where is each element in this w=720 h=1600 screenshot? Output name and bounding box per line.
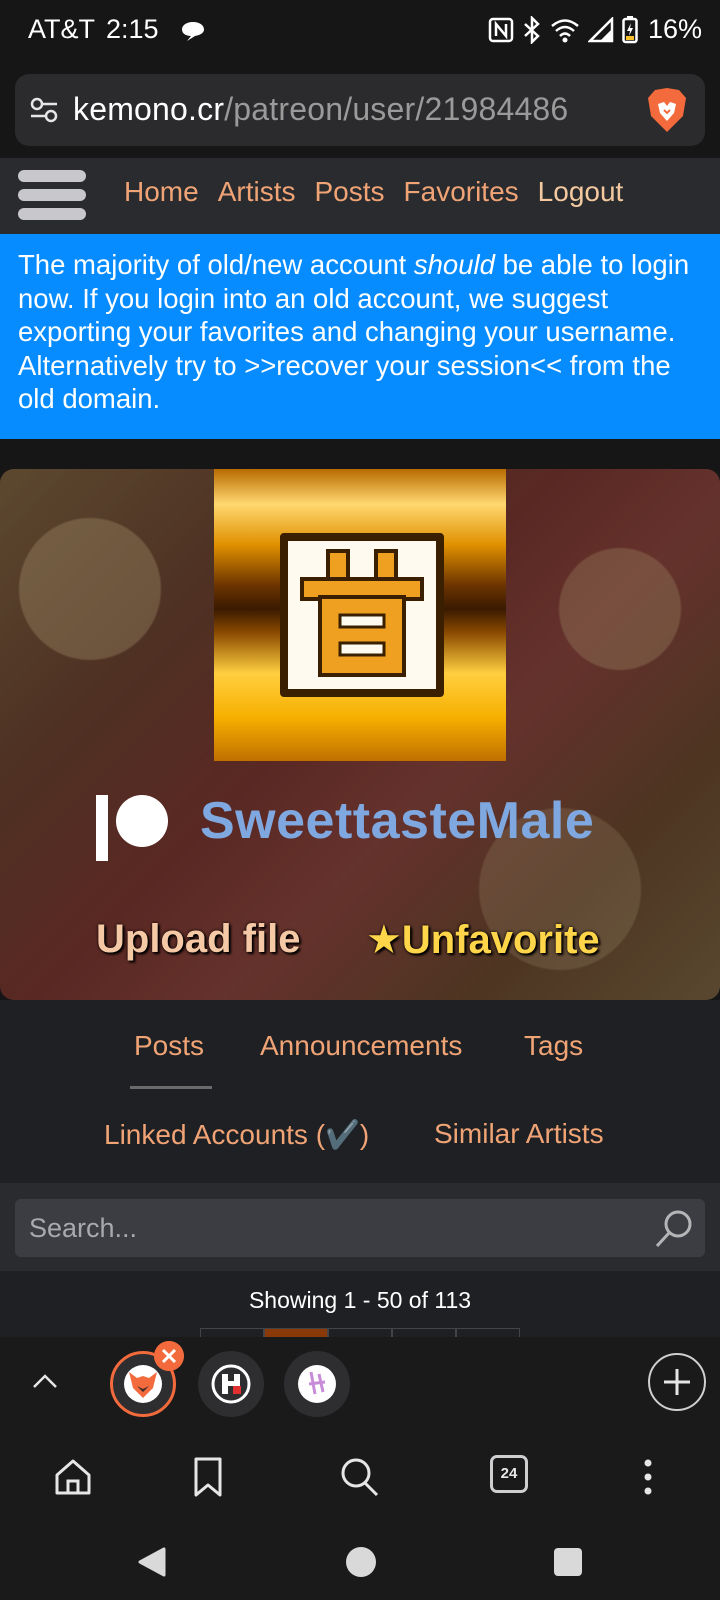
site-navbar: Home Artists Posts Favorites Logout [0,158,720,234]
upload-file-button[interactable]: Upload file [96,917,300,962]
nav-posts-link[interactable]: Posts [314,176,384,208]
signal-icon [587,16,614,42]
url-domain: kemono.cr [73,91,225,127]
tab-switcher-button[interactable]: 24 [490,1455,528,1493]
announcement-banner: The majority of old/new account should b… [0,234,720,439]
browser-tab[interactable] [284,1351,350,1417]
browser-toolbar: 24 [0,1433,720,1535]
battery-icon [622,15,638,43]
nfc-icon [488,17,514,42]
url-text[interactable]: kemono.cr/patreon/user/21984486 [73,91,568,128]
url-path: /patreon/user/21984486 [224,91,569,127]
artist-name[interactable]: SweettasteMale [200,791,594,851]
search-toolbar-icon[interactable] [338,1455,382,1499]
nav-artists-link[interactable]: Artists [218,176,296,208]
tab-linked-accounts[interactable]: Linked Accounts (✔️) [104,1118,369,1151]
browser-tab-strip [0,1337,720,1433]
patreon-logo-icon [96,795,168,861]
browser-tab[interactable] [198,1351,264,1417]
tab-posts[interactable]: Posts [134,1030,204,1062]
site-settings-icon[interactable] [29,96,59,124]
tab-tags[interactable]: Tags [524,1030,583,1062]
plus-icon [664,1369,690,1395]
results-count: Showing 1 - 50 of 113 [248,1287,472,1313]
unfavorite-button[interactable]: ★Unfavorite [366,917,600,963]
home-icon[interactable] [51,1455,95,1499]
more-options-icon[interactable] [626,1455,670,1499]
avatar-tile [280,533,444,697]
nav-favorites-link[interactable]: Favorites [404,176,519,208]
artist-tabs: Posts Announcements Tags Linked Accounts… [0,1000,720,1183]
brave-lion-icon[interactable] [645,86,689,134]
tab-announcements[interactable]: Announcements [260,1030,462,1062]
fox-favicon-icon [124,1365,162,1403]
announcement-emphasis: should [413,249,495,280]
browser-url-area: kemono.cr/patreon/user/21984486 [0,64,720,158]
close-tab-icon[interactable] [154,1341,184,1371]
chevron-up-icon[interactable] [30,1367,60,1397]
wifi-icon [551,18,579,42]
hamburger-menu-icon[interactable] [18,170,86,224]
message-bubble-icon [182,22,204,41]
battery-percent: 16% [647,14,702,44]
recents-icon[interactable] [552,1546,584,1578]
search-icon[interactable] [654,1209,694,1249]
status-bar: AT&T 2:15 16% [0,0,720,64]
announcement-text-1: The majority of old/new account [18,249,414,280]
anime-favicon-icon [298,1365,336,1403]
status-icons: 16% [488,14,702,45]
results-header: Showing 1 - 50 of 113 [0,1271,720,1340]
artist-profile-header: SweettasteMale Upload file ★Unfavorite [0,469,720,1000]
nav-home-link[interactable]: Home [124,176,199,208]
home-circle-icon[interactable] [344,1545,378,1579]
h-favicon-icon [211,1364,251,1404]
tab-similar-artists[interactable]: Similar Artists [434,1118,604,1150]
back-icon[interactable] [136,1545,170,1579]
carrier-label: AT&T [28,14,95,44]
nav-links: Home Artists Posts Favorites Logout [124,176,623,208]
new-tab-button[interactable] [648,1353,706,1411]
active-tab-indicator [130,1086,212,1089]
clock: 2:15 [106,14,159,44]
search-input[interactable] [15,1199,705,1257]
address-bar[interactable]: kemono.cr/patreon/user/21984486 [15,74,705,146]
artist-avatar[interactable] [214,469,506,761]
post-search-area [0,1183,720,1271]
kanji-logo-icon [300,549,424,677]
bluetooth-icon [524,15,540,44]
bookmark-icon[interactable] [186,1455,230,1499]
nav-logout-link[interactable]: Logout [538,176,624,208]
android-nav-bar [0,1535,720,1600]
